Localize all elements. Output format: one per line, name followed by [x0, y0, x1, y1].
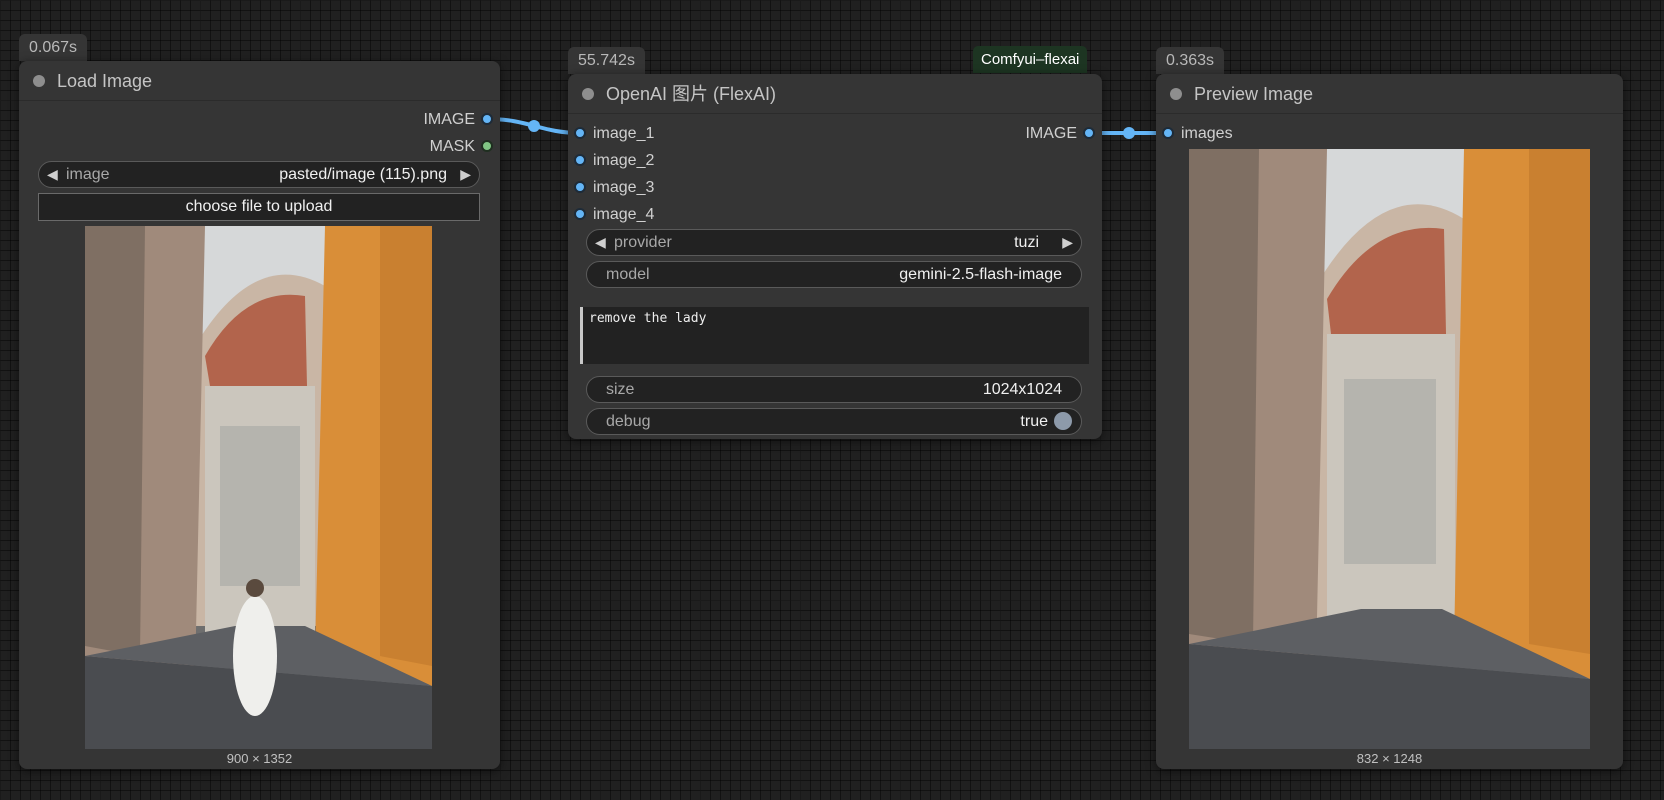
- image-select-widget[interactable]: ◀ image pasted/image (115).png ▶: [38, 161, 480, 188]
- toggle-knob-icon[interactable]: [1054, 412, 1072, 430]
- upload-button[interactable]: choose file to upload: [38, 193, 480, 221]
- debug-label: debug: [606, 413, 651, 430]
- input-image-1-label: image_1: [593, 125, 655, 142]
- preview-title-bar[interactable]: Preview Image: [1156, 74, 1623, 114]
- input-image-3-label: image_3: [593, 179, 655, 196]
- next-arrow-icon[interactable]: ▶: [460, 162, 471, 187]
- image-select-value: pasted/image (115).png: [279, 166, 447, 183]
- debug-value: true: [1020, 413, 1048, 430]
- group-tag-flexai[interactable]: Comfyui–flexai: [973, 46, 1088, 73]
- source-image-dimensions: 900 × 1352: [226, 751, 293, 766]
- size-value: 1024x1024: [982, 381, 1062, 398]
- preview-timing-badge: 0.363s: [1156, 47, 1225, 74]
- prompt-textarea[interactable]: remove the lady: [580, 307, 1089, 364]
- provider-select-widget[interactable]: ◀ provider tuzi ▶: [586, 229, 1082, 256]
- input-image-2-port[interactable]: [574, 154, 586, 166]
- output-mask-port[interactable]: [481, 140, 493, 152]
- input-image-4-label: image_4: [593, 206, 655, 223]
- source-image-preview: [85, 226, 432, 749]
- model-value: gemini-2.5-flash-image: [899, 266, 1062, 283]
- model-widget[interactable]: model gemini-2.5-flash-image: [586, 261, 1082, 288]
- preview-image-node[interactable]: Preview Image images 832 × 1248: [1156, 74, 1623, 769]
- node-status-dot[interactable]: [33, 75, 45, 87]
- next-arrow-icon[interactable]: ▶: [1062, 230, 1073, 255]
- model-label: model: [606, 266, 650, 283]
- link-load-to-flexai: [486, 117, 582, 135]
- provider-value: tuzi: [1014, 234, 1039, 251]
- output-image-label: IMAGE: [423, 111, 475, 128]
- link-midpoint-1: [528, 120, 540, 132]
- flexai-title-bar[interactable]: OpenAI 图片 (FlexAI): [568, 74, 1102, 114]
- output-image-preview: [1189, 149, 1590, 749]
- input-images-port[interactable]: [1162, 127, 1174, 139]
- flexai-node[interactable]: OpenAI 图片 (FlexAI) image_1 image_2 image…: [568, 74, 1102, 439]
- output-mask-label: MASK: [429, 138, 475, 155]
- load-image-title-bar[interactable]: Load Image: [19, 61, 500, 101]
- size-label: size: [606, 381, 635, 398]
- input-image-1-port[interactable]: [574, 127, 586, 139]
- flexai-timing-badge: 55.742s: [568, 47, 645, 74]
- output-photo: [1189, 149, 1590, 749]
- output-image-port[interactable]: [1083, 127, 1095, 139]
- load-image-timing-badge: 0.067s: [19, 34, 88, 61]
- source-photo: [85, 226, 432, 749]
- node-status-dot[interactable]: [1170, 88, 1182, 100]
- node-status-dot[interactable]: [582, 88, 594, 100]
- output-image-port[interactable]: [481, 113, 493, 125]
- input-image-3-port[interactable]: [574, 181, 586, 193]
- prev-arrow-icon[interactable]: ◀: [47, 162, 58, 187]
- provider-label: provider: [614, 234, 672, 251]
- debug-toggle-widget[interactable]: debug true: [586, 408, 1082, 435]
- image-select-label: image: [66, 166, 110, 183]
- load-image-node[interactable]: Load Image IMAGE MASK ◀ image pasted/ima…: [19, 61, 500, 769]
- preview-title: Preview Image: [1194, 84, 1314, 104]
- input-images-label: images: [1181, 125, 1233, 142]
- link-midpoint-2: [1123, 127, 1135, 139]
- input-image-2-label: image_2: [593, 152, 655, 169]
- size-widget[interactable]: size 1024x1024: [586, 376, 1082, 403]
- load-image-title: Load Image: [57, 71, 153, 91]
- prev-arrow-icon[interactable]: ◀: [595, 230, 606, 255]
- output-image-dimensions: 832 × 1248: [1356, 751, 1423, 766]
- input-image-4-port[interactable]: [574, 208, 586, 220]
- output-image-label: IMAGE: [1025, 125, 1077, 142]
- flexai-title: OpenAI 图片 (FlexAI): [606, 84, 777, 104]
